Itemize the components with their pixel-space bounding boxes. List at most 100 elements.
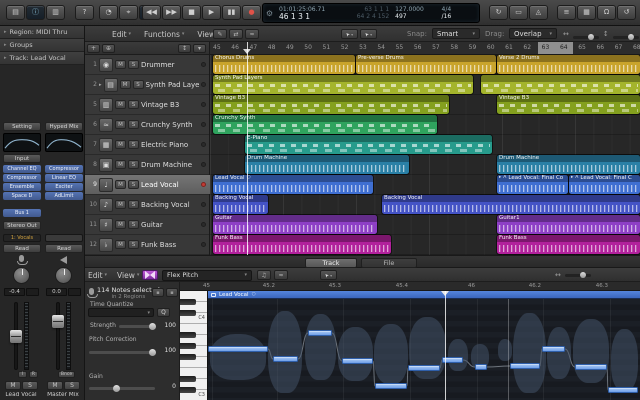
- empty-slot[interactable]: [45, 234, 83, 242]
- output-button[interactable]: Stereo Out: [3, 221, 41, 230]
- region-e-piano[interactable]: E-Piano: [245, 135, 492, 154]
- pitch-correction-slider[interactable]: [89, 351, 155, 354]
- input-monitor-dot[interactable]: [201, 242, 206, 247]
- solo-button[interactable]: S: [128, 120, 139, 129]
- flex-button[interactable]: ≈: [274, 270, 288, 280]
- plugin-slot[interactable]: Space D: [3, 192, 41, 200]
- send-slot[interactable]: Bus 1: [3, 209, 41, 217]
- solo-button[interactable]: S: [128, 200, 139, 209]
- bar-ruler[interactable]: 4546474849505152535455565758596061626364…: [210, 42, 640, 55]
- eq-thumbnail[interactable]: [3, 133, 41, 152]
- mute-button[interactable]: M: [120, 80, 131, 89]
- flex-pitch-note[interactable]: [273, 356, 298, 362]
- v-zoom-slider[interactable]: [613, 36, 639, 39]
- region-chorus-drums[interactable]: Chorus Drums: [213, 55, 355, 74]
- flex-pitch-note[interactable]: [308, 330, 332, 336]
- mute-button[interactable]: M: [47, 381, 63, 390]
- input-button[interactable]: Input: [3, 154, 41, 163]
- channel-setting-button[interactable]: Hyped Mix: [45, 122, 83, 131]
- volume-fader[interactable]: [52, 315, 64, 328]
- track-zoom-button[interactable]: ↕: [178, 44, 191, 53]
- snap-menu[interactable]: Smart: [432, 28, 480, 39]
- region-synth-pad-layers[interactable]: [481, 75, 640, 94]
- duplicate-track-button[interactable]: ⊕: [102, 44, 115, 53]
- pan-knob[interactable]: [13, 267, 30, 284]
- black-key[interactable]: [180, 387, 196, 393]
- editor-view-menu[interactable]: View: [117, 267, 139, 283]
- black-key[interactable]: [180, 343, 196, 349]
- plugin-slot[interactable]: Compressor: [45, 165, 83, 173]
- tab-file[interactable]: File: [361, 258, 417, 268]
- flex-pitch-editor[interactable]: [208, 299, 640, 400]
- input-monitor-dot[interactable]: [201, 202, 206, 207]
- region-vintage-b3[interactable]: Vintage B3: [213, 95, 449, 114]
- pencil-tool-icon[interactable]: ✎: [213, 29, 227, 39]
- region-vintage-b3[interactable]: Vintage B3: [497, 95, 640, 114]
- automation-mode-button[interactable]: Read: [3, 244, 41, 253]
- mute-button[interactable]: M: [5, 381, 21, 390]
- record-enable-button[interactable]: R: [29, 371, 38, 378]
- arrange-area[interactable]: Chorus DrumsPre-verse DrumsVerse 2 Drums…: [210, 55, 640, 255]
- cycle-button[interactable]: ↻: [489, 5, 508, 20]
- group-slot[interactable]: 1: Vocals: [3, 234, 41, 242]
- disclosure-icon[interactable]: ▸: [99, 82, 102, 88]
- input-monitor-dot[interactable]: [201, 102, 206, 107]
- apple-loops-button[interactable]: Ω: [597, 5, 616, 20]
- flex-pitch-note[interactable]: [375, 383, 407, 389]
- input-monitor-dot[interactable]: [201, 142, 206, 147]
- editor-zoom-slider[interactable]: [565, 274, 591, 277]
- gain-slider[interactable]: [89, 387, 155, 390]
- library-toggle-button[interactable]: ▤: [6, 5, 25, 20]
- region-pre-verse-drums[interactable]: Pre-verse Drums: [356, 55, 496, 74]
- solo-button[interactable]: S: [128, 60, 139, 69]
- region-guitar[interactable]: Guitar: [213, 215, 377, 234]
- mute-button[interactable]: M: [115, 180, 126, 189]
- pause-button[interactable]: ▮▮: [222, 5, 241, 20]
- midi-in-button[interactable]: ♫: [257, 270, 271, 280]
- note-action-right-button[interactable]: ▪: [166, 288, 178, 297]
- editor-pointer-tool-menu[interactable]: ➤▾: [320, 270, 337, 280]
- mute-button[interactable]: M: [115, 60, 126, 69]
- lcd-display[interactable]: ⚙ 01:01:25:06.71 46 1 3 1 63 1 1 1 64 2 …: [262, 3, 480, 23]
- mute-button[interactable]: M: [115, 240, 126, 249]
- browsers-button[interactable]: ↺: [617, 5, 636, 20]
- time-quantize-menu[interactable]: [88, 308, 154, 317]
- track-header-vintage-b3[interactable]: 5▥MSVintage B3: [85, 95, 210, 114]
- region-funk-bass[interactable]: Funk Bass: [497, 235, 640, 254]
- editor-ruler[interactable]: 4545.245.345.44646.246.3: [180, 282, 640, 291]
- black-key[interactable]: [180, 354, 196, 360]
- flex-view-icon[interactable]: ≈: [245, 29, 259, 39]
- region-lead-vocal-final-co[interactable]: ▸ALead Vocal: Final Co: [497, 175, 568, 194]
- arrange-edit-menu[interactable]: Edit: [112, 26, 131, 42]
- tuner-button[interactable]: ⌖: [119, 5, 138, 20]
- input-monitor-dot[interactable]: [201, 122, 206, 127]
- autopunch-button[interactable]: ▭: [509, 5, 528, 20]
- black-key[interactable]: [180, 376, 196, 382]
- toolbar-toggle-button[interactable]: ▥: [46, 5, 65, 20]
- black-key[interactable]: [180, 332, 196, 338]
- track-header-lead-vocal[interactable]: 9♩MSLead Vocal: [85, 175, 210, 194]
- stop-button[interactable]: ■: [182, 5, 201, 20]
- plugin-slot[interactable]: Compressor: [3, 174, 41, 182]
- plugin-slot[interactable]: Exciter: [45, 183, 83, 191]
- quick-help-button[interactable]: ?: [75, 5, 94, 20]
- mute-button[interactable]: M: [115, 120, 126, 129]
- h-zoom-slider[interactable]: [573, 36, 599, 39]
- low-latency-button[interactable]: ◬: [529, 5, 548, 20]
- flex-pitch-note[interactable]: [542, 346, 565, 352]
- flex-pitch-note[interactable]: [608, 387, 638, 393]
- channel-setting-button[interactable]: Setting: [3, 122, 41, 131]
- flex-pitch-note[interactable]: [208, 346, 268, 352]
- track-header-funk-bass[interactable]: 12♭MSFunk Bass: [85, 235, 210, 254]
- gear-icon[interactable]: ⚙: [263, 4, 276, 22]
- split-tool-icon[interactable]: ⇄: [229, 29, 243, 39]
- mute-button[interactable]: M: [115, 200, 126, 209]
- quantize-apply-button[interactable]: Q: [157, 308, 170, 317]
- region-lead-vocal-final-c[interactable]: ▸ALead Vocal: Final C: [569, 175, 640, 194]
- mute-button[interactable]: M: [115, 140, 126, 149]
- editor-edit-menu[interactable]: Edit: [88, 267, 107, 283]
- smart-controls-button[interactable]: ▦: [577, 5, 596, 20]
- automation-mode-button[interactable]: Read: [45, 244, 83, 253]
- arrange-functions-menu[interactable]: Functions: [144, 26, 184, 42]
- plugin-slot[interactable]: Ensemble: [3, 183, 41, 191]
